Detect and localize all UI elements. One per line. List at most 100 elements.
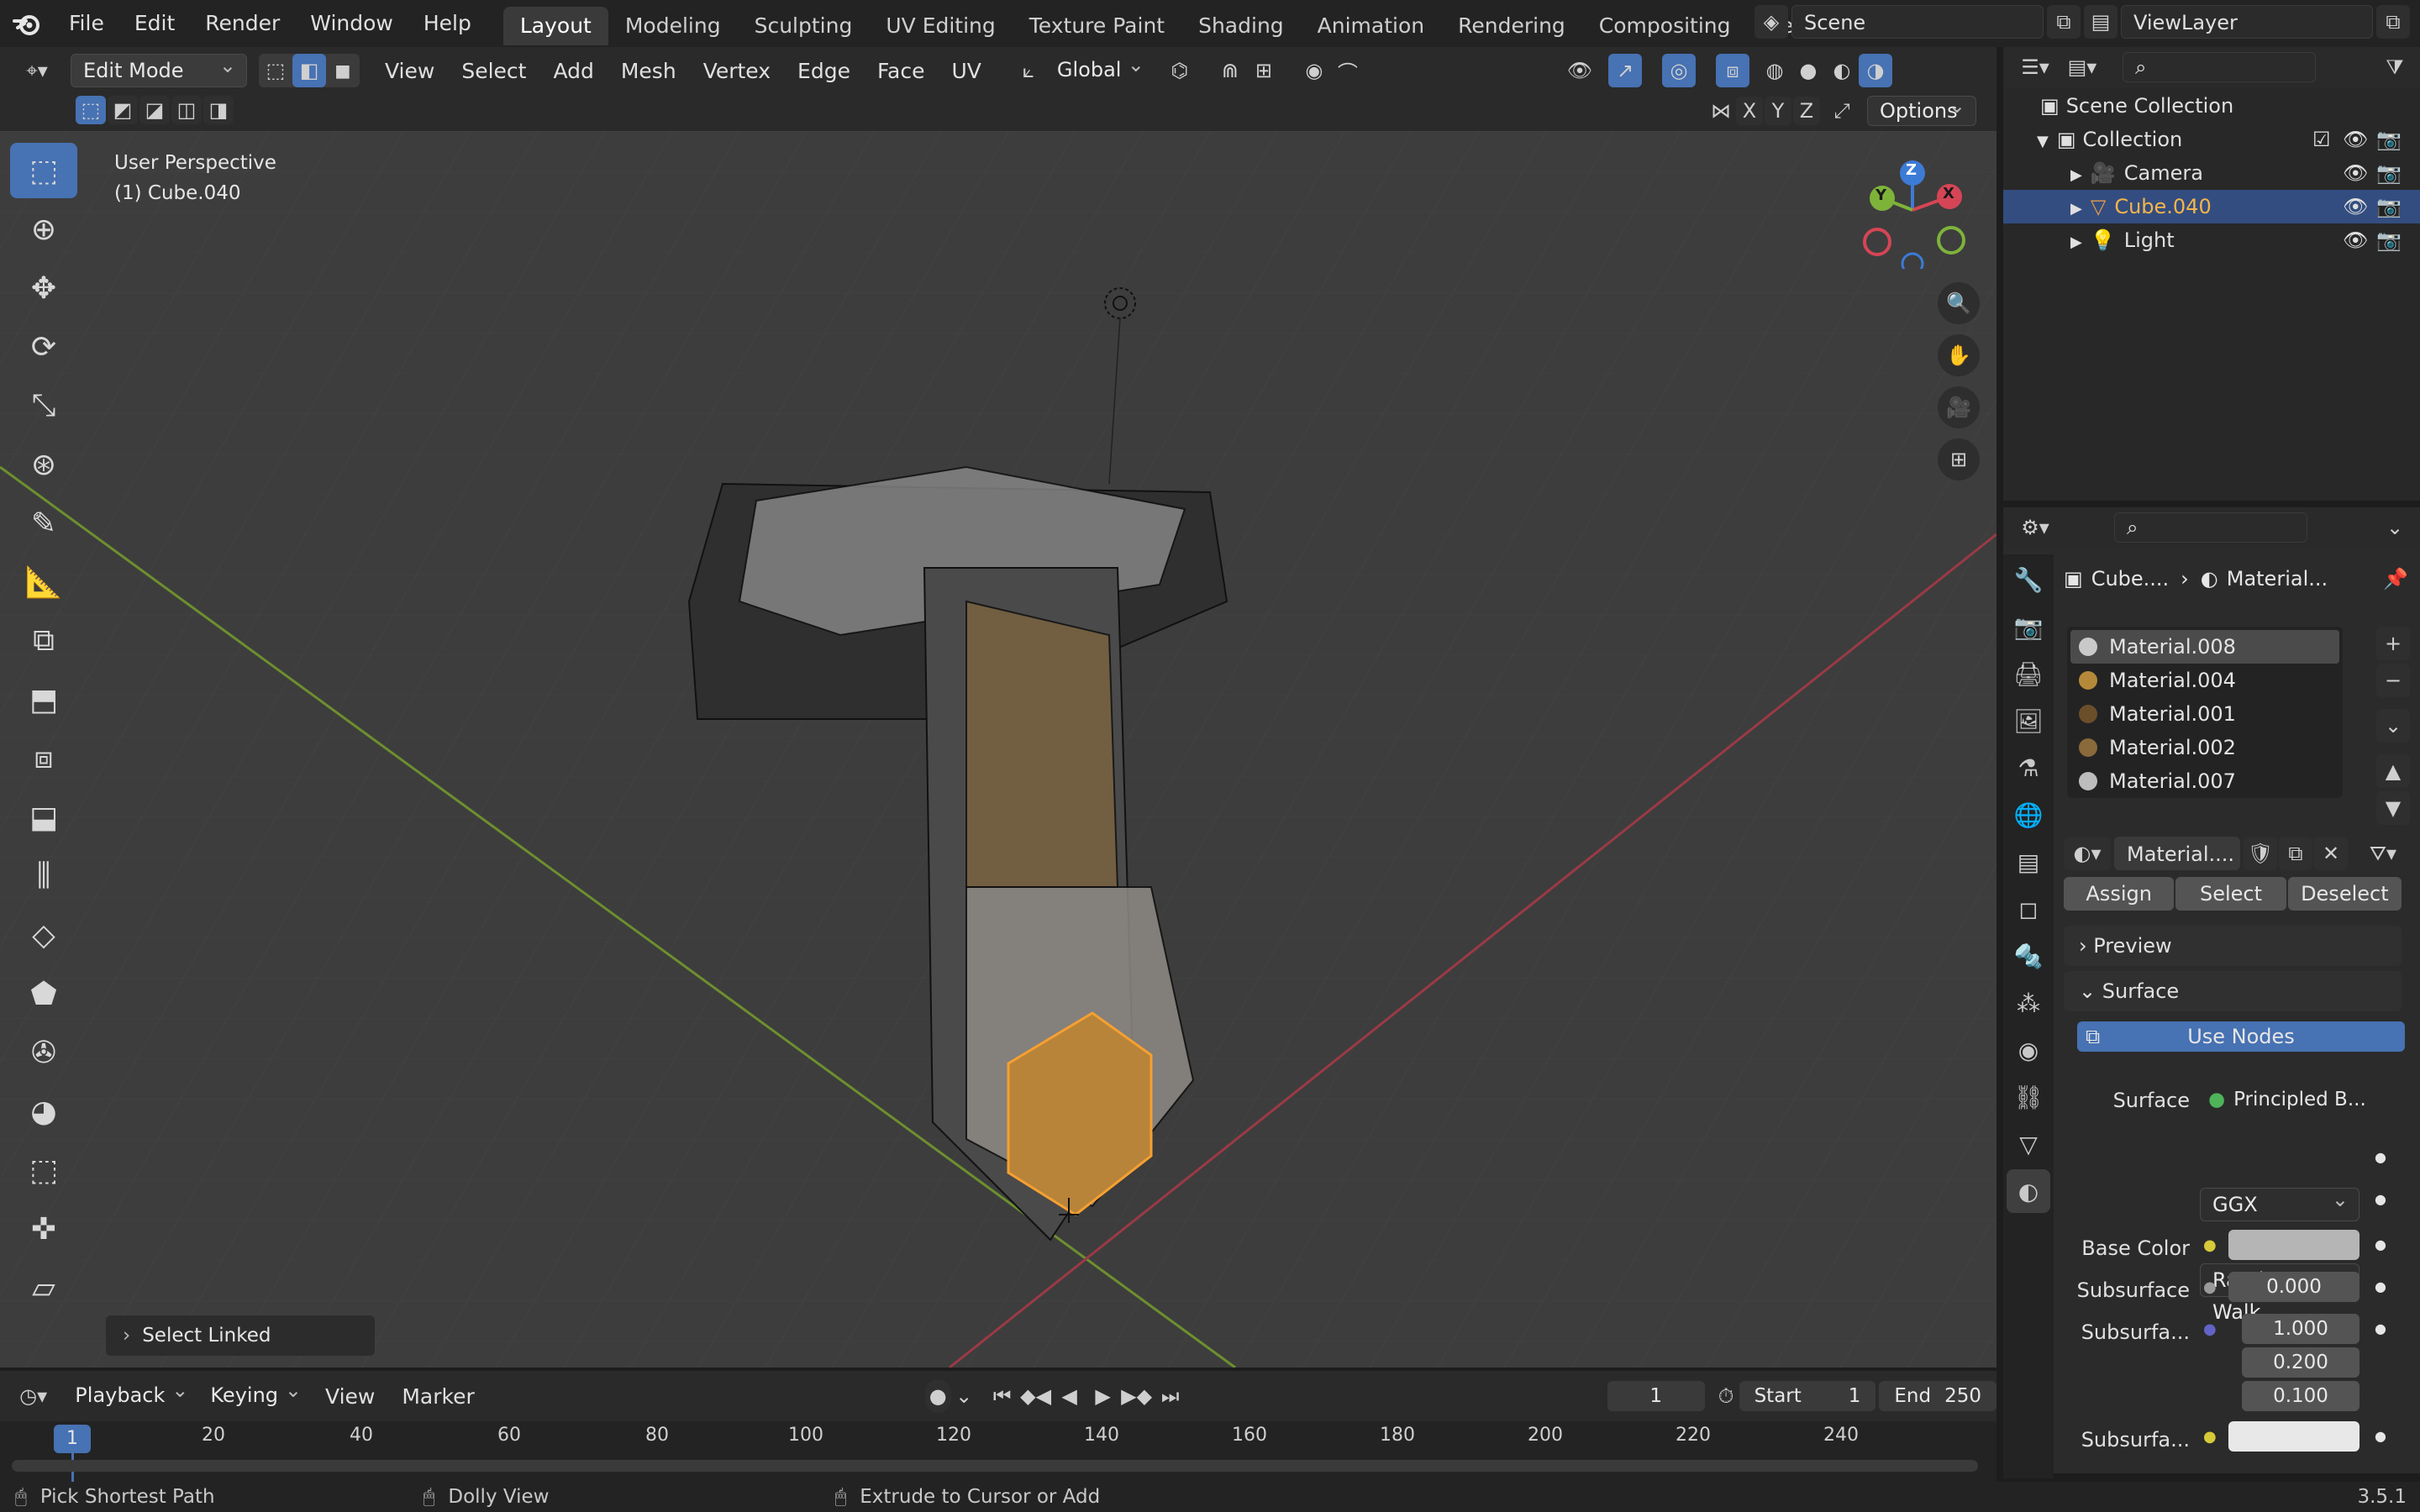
3d-viewport[interactable]: User Perspective (1) Cube.040 Z X Y 🔍 ✋ …: [0, 131, 1996, 1368]
select-box-tool-icon[interactable]: ⬚: [10, 143, 77, 198]
scene-name-field[interactable]: Scene: [1791, 5, 2044, 39]
stopwatch-icon[interactable]: ⏱: [1713, 1379, 1739, 1413]
menu-face[interactable]: Face: [864, 59, 939, 83]
blender-logo-icon[interactable]: [0, 11, 54, 36]
zoom-icon[interactable]: 🔍: [1938, 282, 1980, 324]
editor-type-icon[interactable]: ⌖▾: [12, 54, 62, 87]
gizmo-icon[interactable]: ↗: [1608, 54, 1642, 87]
extrude-tool-icon[interactable]: ⬒: [10, 672, 77, 727]
play-icon[interactable]: ▶: [1086, 1379, 1120, 1413]
face-select-icon[interactable]: ◼: [326, 54, 360, 87]
outliner-collection[interactable]: ▼ ▣ Collection ☑ 👁 📷: [2003, 123, 2420, 156]
menu-help[interactable]: Help: [408, 0, 487, 47]
subsurface-color-swatch[interactable]: [2228, 1421, 2360, 1452]
subsurface-radius-y[interactable]: 0.200: [2242, 1347, 2360, 1378]
collection-checkbox-icon[interactable]: ☑: [2312, 123, 2331, 156]
use-nodes-button[interactable]: ⧉ Use Nodes: [2077, 1021, 2405, 1052]
deselect-button[interactable]: Deselect: [2287, 877, 2402, 911]
jump-start-icon[interactable]: ⏮: [986, 1379, 1019, 1413]
fake-user-icon[interactable]: 🛡: [2244, 837, 2277, 870]
new-viewlayer-icon[interactable]: ⧉: [2376, 5, 2410, 39]
transform-tool-icon[interactable]: ⊛: [10, 437, 77, 492]
orientation-dropdown[interactable]: Global: [1045, 49, 1155, 87]
playback-menu[interactable]: Playback: [63, 1374, 198, 1413]
particles-tab-icon[interactable]: ⁂: [2007, 981, 2050, 1025]
start-frame-field[interactable]: Start 1: [1739, 1381, 1876, 1411]
cube-render-icon[interactable]: 📷: [2376, 190, 2402, 223]
outliner-editor-icon[interactable]: ☰▾: [2012, 50, 2059, 84]
wireframe-shading-icon[interactable]: ◍: [1758, 54, 1791, 87]
display-mode-icon[interactable]: ▤▾: [2059, 50, 2106, 84]
camera-eye-icon[interactable]: 👁: [2343, 156, 2368, 190]
scale-tool-icon[interactable]: ⤡: [10, 378, 77, 433]
remove-slot-icon[interactable]: −: [2376, 664, 2410, 697]
outliner-scene-collection[interactable]: ▣ Scene Collection: [2003, 89, 2420, 123]
next-keyframe-icon[interactable]: ▶◆: [1120, 1379, 1154, 1413]
material-slot-3[interactable]: Material.002: [2070, 731, 2339, 764]
snap-icon[interactable]: ⋒: [1213, 54, 1247, 87]
keying-menu[interactable]: Keying: [198, 1374, 312, 1413]
rotate-tool-icon[interactable]: ⟳: [10, 319, 77, 375]
collection-render-icon[interactable]: 📷: [2376, 123, 2402, 156]
loop-cut-tool-icon[interactable]: ⫼: [10, 848, 77, 904]
expand-arrow-icon[interactable]: ▼: [2037, 133, 2049, 150]
subsurface-color-keyframe-icon[interactable]: ●: [2375, 1428, 2386, 1444]
mirror-y-toggle[interactable]: Y: [1765, 97, 1791, 125]
mode-dropdown[interactable]: Edit Mode: [71, 50, 247, 87]
material-name-field[interactable]: Material....: [2114, 837, 2240, 870]
timeline-editor-icon[interactable]: ◷▾: [15, 1379, 51, 1413]
visibility-icon[interactable]: 👁: [1563, 54, 1597, 87]
subsurface-radius-x[interactable]: 1.000: [2242, 1314, 2360, 1344]
options-chevron-icon[interactable]: ⌄: [2378, 511, 2412, 544]
material-slot-4[interactable]: Material.007: [2070, 764, 2339, 798]
surface-shader-field[interactable]: ● Principled B...: [2200, 1084, 2402, 1116]
navigation-gizmo[interactable]: Z X Y: [1849, 151, 1966, 276]
vertex-select-icon[interactable]: ⬚: [259, 54, 292, 87]
assign-button[interactable]: Assign: [2064, 877, 2175, 911]
world-tab-icon[interactable]: 🌐: [2007, 793, 2050, 837]
mirror-z-toggle[interactable]: Z: [1793, 97, 1820, 125]
orientation-icon[interactable]: ⟀: [1012, 54, 1045, 87]
material-shading-icon[interactable]: ◐: [1825, 54, 1859, 87]
subsurface-radius-z[interactable]: 0.100: [2242, 1381, 2360, 1411]
slot-specials-icon[interactable]: ⌄: [2376, 709, 2410, 743]
data-tab-icon[interactable]: ▽: [2007, 1122, 2050, 1166]
end-frame-field[interactable]: End 250: [1879, 1381, 1997, 1411]
play-reverse-icon[interactable]: ◀: [1053, 1379, 1086, 1413]
options-dropdown[interactable]: Options: [1867, 92, 1976, 126]
menu-edge[interactable]: Edge: [784, 59, 864, 83]
tab-compositing[interactable]: Compositing: [1582, 7, 1748, 45]
menu-file[interactable]: File: [54, 0, 119, 47]
smooth-tool-icon[interactable]: ◕: [10, 1084, 77, 1139]
tab-shading[interactable]: Shading: [1181, 7, 1301, 45]
material-slot-0[interactable]: Material.008: [2070, 630, 2339, 664]
bevel-tool-icon[interactable]: ⬓: [10, 790, 77, 845]
poly-build-tool-icon[interactable]: ⬟: [10, 966, 77, 1021]
shrink-fatten-tool-icon[interactable]: ✜: [10, 1201, 77, 1257]
proportional-edit-icon[interactable]: ◉: [1297, 54, 1331, 87]
browse-material-icon[interactable]: ◐▾: [2064, 837, 2111, 870]
operator-panel[interactable]: › Select Linked: [106, 1315, 375, 1356]
edge-slide-tool-icon[interactable]: ⬚: [10, 1142, 77, 1198]
marker-menu[interactable]: Marker: [388, 1384, 487, 1409]
pivot-icon[interactable]: ⌬: [1163, 54, 1197, 87]
move-slot-up-icon[interactable]: ▲: [2376, 754, 2410, 788]
timeline-scrollbar[interactable]: [12, 1460, 1978, 1472]
tab-texture-paint[interactable]: Texture Paint: [1013, 7, 1181, 45]
material-slot-list[interactable]: Material.008 Material.004 Material.001 M…: [2067, 627, 2343, 798]
add-cube-tool-icon[interactable]: ⧉: [10, 613, 77, 669]
prev-keyframe-icon[interactable]: ◆◀: [1019, 1379, 1053, 1413]
link-mode-icon[interactable]: ⛛▾: [2360, 837, 2407, 870]
current-frame-field[interactable]: 1: [1607, 1381, 1705, 1411]
edge-select-icon[interactable]: ◧: [292, 54, 326, 87]
mirror-x-toggle[interactable]: X: [1736, 97, 1763, 125]
rendered-shading-icon[interactable]: ◑: [1859, 54, 1892, 87]
timeline-area[interactable]: 1 20 40 60 80 100 120 140 160 180 200 22…: [0, 1421, 1996, 1488]
spin-tool-icon[interactable]: ✇: [10, 1025, 77, 1080]
surface-panel-header[interactable]: ⌄ Surface: [2064, 971, 2402, 1011]
menu-window[interactable]: Window: [295, 0, 408, 47]
select-extend-icon[interactable]: ◩: [108, 96, 138, 124]
properties-editor-icon[interactable]: ⚙▾: [2012, 511, 2059, 544]
collection-eye-icon[interactable]: 👁: [2343, 123, 2368, 156]
base-color-keyframe-icon[interactable]: ●: [2375, 1236, 2386, 1252]
